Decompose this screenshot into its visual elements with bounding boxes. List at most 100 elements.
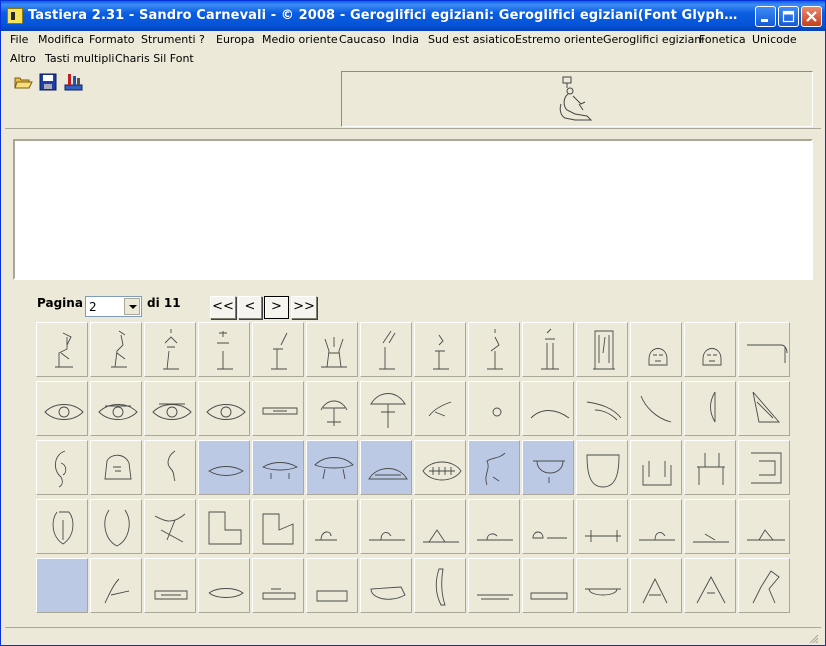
glyph-cell-r2-c2[interactable]: [90, 381, 142, 436]
glyph-cell-r2-c10[interactable]: [522, 381, 574, 436]
glyph-cell-r5-c4[interactable]: [198, 558, 250, 613]
menu-estremo-oriente[interactable]: Estremo oriente: [515, 33, 603, 46]
glyph-cell-r5-c13[interactable]: [684, 558, 736, 613]
glyph-cell-r3-c6[interactable]: [306, 440, 358, 495]
glyph-cell-r5-c6[interactable]: [306, 558, 358, 613]
glyph-cell-r1-c3[interactable]: [144, 322, 196, 377]
menu-unicode[interactable]: Unicode: [752, 33, 797, 46]
menu-fonetica[interactable]: Fonetica: [699, 33, 746, 46]
glyph-cell-r2-c12[interactable]: [630, 381, 682, 436]
first-page-button[interactable]: <<: [210, 296, 236, 319]
menu-modifica[interactable]: Modifica: [38, 33, 84, 46]
glyph-cell-r1-c8[interactable]: [414, 322, 466, 377]
glyph-cell-r4-c1[interactable]: [36, 499, 88, 554]
glyph-cell-r1-c10[interactable]: [522, 322, 574, 377]
menu-caucaso[interactable]: Caucaso: [339, 33, 386, 46]
glyph-cell-r4-c2[interactable]: [90, 499, 142, 554]
glyph-cell-r1-c4[interactable]: [198, 322, 250, 377]
next-page-button[interactable]: >: [264, 296, 289, 319]
glyph-cell-r5-c8[interactable]: [414, 558, 466, 613]
glyph-cell-r3-c9[interactable]: [468, 440, 520, 495]
glyph-cell-r3-c1[interactable]: [36, 440, 88, 495]
menu-charis-sil-font[interactable]: Charis Sil Font: [115, 52, 194, 65]
glyph-cell-r4-c13[interactable]: [684, 499, 736, 554]
glyph-cell-r2-c11[interactable]: [576, 381, 628, 436]
glyph-cell-r4-c9[interactable]: [468, 499, 520, 554]
title-bar[interactable]: Tastiera 2.31 - Sandro Carnevali - © 200…: [1, 1, 825, 31]
close-button[interactable]: [801, 6, 822, 27]
page-select[interactable]: 2: [85, 296, 142, 317]
glyph-cell-r3-c5[interactable]: [252, 440, 304, 495]
glyph-cell-r2-c7[interactable]: [360, 381, 412, 436]
glyph-cell-r4-c12[interactable]: [630, 499, 682, 554]
glyph-cell-r4-c10[interactable]: [522, 499, 574, 554]
glyph-cell-r2-c8[interactable]: [414, 381, 466, 436]
glyph-cell-r4-c4[interactable]: [198, 499, 250, 554]
glyph-cell-r5-c5[interactable]: [252, 558, 304, 613]
glyph-cell-r4-c11[interactable]: [576, 499, 628, 554]
glyph-cell-r1-c2[interactable]: [90, 322, 142, 377]
menu-medio-oriente[interactable]: Medio oriente: [262, 33, 338, 46]
menu-file[interactable]: File: [10, 33, 28, 46]
glyph-cell-r2-c1[interactable]: [36, 381, 88, 436]
glyph-cell-r1-c11[interactable]: [576, 322, 628, 377]
save-button[interactable]: [37, 71, 59, 93]
maximize-button[interactable]: [778, 6, 799, 27]
glyph-cell-r4-c7[interactable]: [360, 499, 412, 554]
open-button[interactable]: [12, 71, 34, 93]
glyph-cell-r2-c5[interactable]: [252, 381, 304, 436]
glyph-cell-r3-c2[interactable]: [90, 440, 142, 495]
glyph-cell-r2-c4[interactable]: [198, 381, 250, 436]
glyph-cell-r1-c7[interactable]: [360, 322, 412, 377]
menu-europa[interactable]: Europa: [216, 33, 255, 46]
glyph-cell-r4-c14[interactable]: [738, 499, 790, 554]
menu-formato[interactable]: Formato: [89, 33, 135, 46]
glyph-cell-r5-c12[interactable]: [630, 558, 682, 613]
glyph-cell-r2-c9[interactable]: [468, 381, 520, 436]
glyph-cell-r5-c14[interactable]: [738, 558, 790, 613]
glyph-cell-r5-c9[interactable]: [468, 558, 520, 613]
menu-india[interactable]: India: [392, 33, 419, 46]
glyph-cell-r2-c6[interactable]: [306, 381, 358, 436]
menu-help[interactable]: ?: [199, 33, 205, 46]
glyph-cell-r4-c8[interactable]: [414, 499, 466, 554]
glyph-cell-r2-c13[interactable]: [684, 381, 736, 436]
glyph-cell-r3-c8[interactable]: [414, 440, 466, 495]
glyph-cell-r2-c14[interactable]: [738, 381, 790, 436]
menu-tasti-multipli[interactable]: Tasti multipli: [45, 52, 114, 65]
glyph-cell-r4-c5[interactable]: [252, 499, 304, 554]
glyph-cell-r3-c3[interactable]: [144, 440, 196, 495]
keyboard-settings-button[interactable]: [62, 71, 84, 93]
glyph-cell-r1-c6[interactable]: [306, 322, 358, 377]
glyph-cell-r5-c1[interactable]: [36, 558, 88, 613]
glyph-cell-r5-c2[interactable]: [90, 558, 142, 613]
glyph-cell-r3-c10[interactable]: [522, 440, 574, 495]
menu-geroglifici-egiziani[interactable]: Geroglifici egiziani: [603, 33, 704, 46]
glyph-cell-r3-c12[interactable]: [630, 440, 682, 495]
glyph-cell-r5-c10[interactable]: [522, 558, 574, 613]
glyph-cell-r1-c14[interactable]: [738, 322, 790, 377]
glyph-cell-r4-c6[interactable]: [306, 499, 358, 554]
glyph-cell-r1-c12[interactable]: [630, 322, 682, 377]
glyph-cell-r1-c13[interactable]: [684, 322, 736, 377]
minimize-button[interactable]: [755, 6, 776, 27]
glyph-cell-r5-c11[interactable]: [576, 558, 628, 613]
glyph-cell-r3-c7[interactable]: [360, 440, 412, 495]
last-page-button[interactable]: >>: [291, 296, 317, 319]
glyph-cell-r3-c14[interactable]: [738, 440, 790, 495]
menu-altro[interactable]: Altro: [10, 52, 36, 65]
glyph-cell-r1-c5[interactable]: [252, 322, 304, 377]
glyph-cell-r3-c13[interactable]: [684, 440, 736, 495]
text-editor[interactable]: [13, 139, 813, 280]
glyph-cell-r1-c9[interactable]: [468, 322, 520, 377]
menu-sud-est-asiatico[interactable]: Sud est asiatico: [428, 33, 515, 46]
glyph-cell-r4-c3[interactable]: [144, 499, 196, 554]
glyph-cell-r3-c11[interactable]: [576, 440, 628, 495]
glyph-cell-r1-c1[interactable]: [36, 322, 88, 377]
glyph-cell-r3-c4[interactable]: [198, 440, 250, 495]
chevron-down-icon[interactable]: [124, 298, 140, 315]
menu-strumenti[interactable]: Strumenti: [141, 33, 196, 46]
app-icon[interactable]: [7, 8, 23, 24]
glyph-cell-r5-c3[interactable]: [144, 558, 196, 613]
glyph-cell-r2-c3[interactable]: [144, 381, 196, 436]
